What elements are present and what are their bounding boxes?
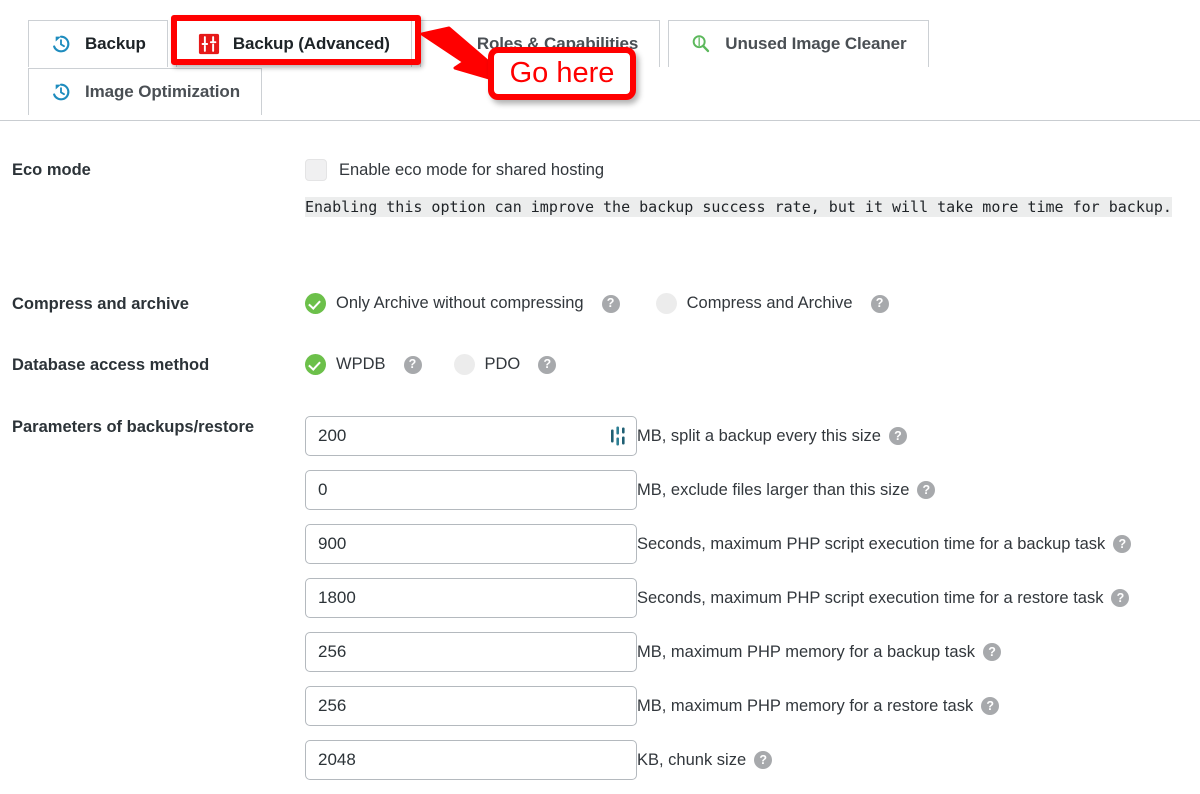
tab-bar-divider <box>0 120 1200 121</box>
database-access-method-label: Database access method <box>12 356 210 374</box>
help-icon[interactable]: ? <box>403 355 422 374</box>
unlock-icon <box>442 33 464 55</box>
split-size-suffix: MB, split a backup every this size <box>637 426 881 445</box>
backup-exec-time-input[interactable] <box>305 524 637 564</box>
radio-pdo[interactable]: PDO ? <box>453 354 557 375</box>
radio-only-archive-label: Only Archive without compressing <box>336 294 584 312</box>
tab-backup-label: Backup <box>85 34 146 53</box>
restore-memory-suffix-wrap: MB, maximum PHP memory for a restore tas… <box>637 696 1000 716</box>
backup-memory-suffix-wrap: MB, maximum PHP memory for a backup task… <box>637 642 1002 662</box>
restore-memory-suffix: MB, maximum PHP memory for a restore tas… <box>637 696 974 715</box>
tab-image-optimization-label: Image Optimization <box>85 82 240 101</box>
restore-memory-input[interactable] <box>305 686 637 726</box>
magnifier-icon <box>690 33 712 55</box>
param-row-restore-exec-time: Seconds, maximum PHP script execution ti… <box>305 578 1131 618</box>
param-row-chunk-size: KB, chunk size ? <box>305 740 1131 780</box>
backup-memory-inputbox <box>305 632 637 672</box>
parameters-fields: MB, split a backup every this size ? MB,… <box>305 416 1132 794</box>
backup-memory-input[interactable] <box>305 632 637 672</box>
param-row-backup-exec-time: Seconds, maximum PHP script execution ti… <box>305 524 1132 564</box>
chunk-size-suffix-wrap: KB, chunk size ? <box>637 750 773 770</box>
tab-unused-image-cleaner[interactable]: Unused Image Cleaner <box>668 20 929 67</box>
help-icon[interactable]: ? <box>1113 535 1132 553</box>
password-manager-autofill-icon[interactable] <box>611 426 628 446</box>
split-size-inputbox <box>305 416 637 456</box>
compress-archive-options: Only Archive without compressing ? Compr… <box>305 293 889 314</box>
exclude-size-suffix: MB, exclude files larger than this size <box>637 480 910 499</box>
help-icon[interactable]: ? <box>981 697 1000 715</box>
eco-mode-checkbox[interactable] <box>305 159 327 181</box>
help-icon[interactable]: ? <box>870 294 889 313</box>
radio-only-archive-control[interactable] <box>305 293 326 314</box>
radio-wpdb[interactable]: WPDB ? <box>305 354 422 375</box>
split-size-input[interactable] <box>305 416 637 456</box>
tab-backup-advanced[interactable]: Backup (Advanced) <box>175 20 412 67</box>
go-here-label: Go here <box>509 57 615 89</box>
clock-history-icon <box>50 33 72 55</box>
tab-row-secondary: Image Optimization <box>28 68 270 115</box>
exclude-size-input[interactable] <box>305 470 637 510</box>
param-row-backup-memory: MB, maximum PHP memory for a backup task… <box>305 632 1131 672</box>
radio-compress-archive[interactable]: Compress and Archive ? <box>655 293 889 314</box>
eco-mode-checkbox-line: Enable eco mode for shared hosting <box>305 159 1200 181</box>
radio-only-archive[interactable]: Only Archive without compressing ? <box>305 293 620 314</box>
param-row-exclude-size: MB, exclude files larger than this size … <box>305 470 1131 510</box>
eco-mode-label: Eco mode <box>12 161 91 179</box>
param-row-split-size: MB, split a backup every this size ? <box>305 416 1131 456</box>
clock-history-icon <box>50 81 72 103</box>
help-icon[interactable]: ? <box>1111 589 1130 607</box>
compress-archive-label: Compress and archive <box>12 295 189 313</box>
eco-mode-note-text: Enabling this option can improve the bac… <box>305 197 1172 217</box>
radio-compress-archive-label: Compress and Archive <box>686 294 853 312</box>
restore-exec-time-suffix: Seconds, maximum PHP script execution ti… <box>637 588 1104 607</box>
chunk-size-inputbox <box>305 740 637 780</box>
radio-pdo-control[interactable] <box>453 354 475 375</box>
chunk-size-input[interactable] <box>305 740 637 780</box>
help-icon[interactable]: ? <box>983 643 1002 661</box>
radio-wpdb-control[interactable] <box>305 354 326 375</box>
backup-exec-time-inputbox <box>305 524 637 564</box>
help-icon[interactable]: ? <box>888 427 907 445</box>
exclude-size-inputbox <box>305 470 637 510</box>
radio-compress-archive-control[interactable] <box>655 293 677 314</box>
radio-wpdb-label: WPDB <box>336 355 386 373</box>
help-icon[interactable]: ? <box>601 294 620 313</box>
tab-unused-image-cleaner-label: Unused Image Cleaner <box>725 34 907 53</box>
split-size-suffix-wrap: MB, split a backup every this size ? <box>637 427 907 446</box>
backup-memory-suffix: MB, maximum PHP memory for a backup task <box>637 642 976 661</box>
go-here-callout: Go here <box>488 47 636 100</box>
tab-backup[interactable]: Backup <box>28 20 168 67</box>
exclude-size-suffix-wrap: MB, exclude files larger than this size … <box>637 480 936 500</box>
restore-memory-inputbox <box>305 686 637 726</box>
param-row-restore-memory: MB, maximum PHP memory for a restore tas… <box>305 686 1131 726</box>
help-icon[interactable]: ? <box>917 481 936 499</box>
help-icon[interactable]: ? <box>538 355 557 374</box>
tab-backup-advanced-label: Backup (Advanced) <box>232 34 390 53</box>
tab-image-optimization[interactable]: Image Optimization <box>28 68 262 115</box>
tab-row-primary: Backup Backup (Advanced) Roles & Capabil… <box>28 20 937 67</box>
restore-exec-time-suffix-wrap: Seconds, maximum PHP script execution ti… <box>637 588 1130 608</box>
help-icon[interactable]: ? <box>754 751 773 769</box>
sliders-icon <box>198 33 220 55</box>
database-access-method-options: WPDB ? PDO ? <box>305 354 557 375</box>
eco-mode-note: Enabling this option can improve the bac… <box>305 195 1200 219</box>
radio-pdo-label: PDO <box>484 355 521 373</box>
backup-exec-time-suffix: Seconds, maximum PHP script execution ti… <box>637 534 1106 553</box>
eco-mode-checkbox-label: Enable eco mode for shared hosting <box>339 160 605 179</box>
parameters-label: Parameters of backups/restore <box>12 418 255 436</box>
restore-exec-time-input[interactable] <box>305 578 637 618</box>
restore-exec-time-inputbox <box>305 578 637 618</box>
backup-exec-time-suffix-wrap: Seconds, maximum PHP script execution ti… <box>637 534 1132 554</box>
chunk-size-suffix: KB, chunk size <box>637 750 747 769</box>
eco-mode-fields: Enable eco mode for shared hosting Enabl… <box>305 159 1200 219</box>
tab-bar: Backup Backup (Advanced) Roles & Capabil… <box>0 0 1200 121</box>
